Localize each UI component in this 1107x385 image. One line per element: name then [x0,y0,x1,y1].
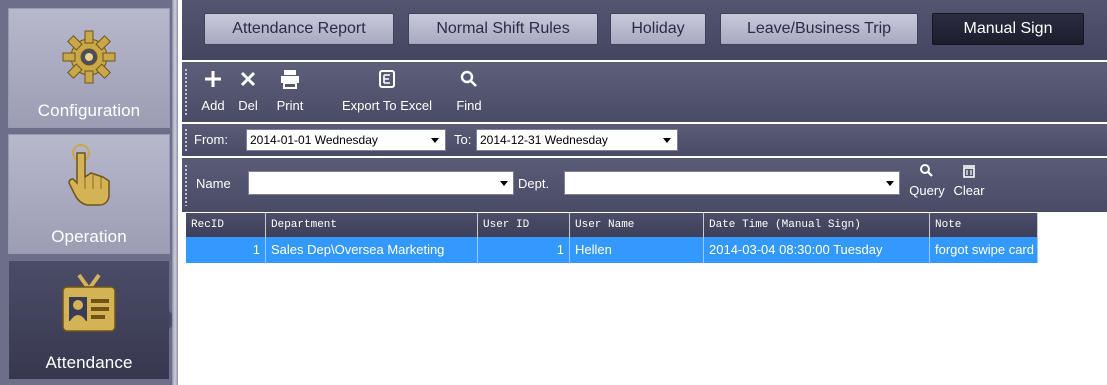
nav-item-operation[interactable]: Operation [8,134,170,254]
hand-pointer-icon [61,143,117,209]
from-date-value: 2014-01-01 Wednesday [250,133,378,147]
close-icon [231,68,265,90]
printer-icon [268,68,312,90]
dept-label: Dept. [518,176,550,191]
chevron-down-icon [663,138,671,143]
export-label: Export To Excel [341,98,433,113]
plus-icon [196,68,230,90]
to-label: To: [454,132,472,147]
search-icon [906,163,948,179]
name-dropdown[interactable] [248,171,514,195]
id-badge-icon [59,273,119,335]
nav-item-configuration[interactable]: Configuration [8,8,170,128]
column-header-note[interactable]: Note [930,213,1038,237]
column-header-department[interactable]: Department [266,213,478,237]
to-date-value: 2014-12-31 Wednesday [480,133,608,147]
filter-bar-grip[interactable] [184,164,188,206]
cell-date-time: 2014-03-04 08:30:00 Tuesday [704,237,930,263]
name-label: Name [196,176,231,191]
from-date-picker[interactable]: 2014-01-01 Wednesday [246,129,446,151]
trash-icon [948,163,990,179]
column-header-user-id[interactable]: User ID [478,213,570,237]
chevron-down-icon [431,138,439,143]
cell-note: forgot swipe card [930,237,1038,263]
add-button[interactable]: Add [196,68,230,118]
print-button[interactable]: Print [268,68,312,118]
date-range-bar: From: 2014-01-01 Wednesday To: 2014-12-3… [182,124,1107,156]
chevron-down-icon [500,181,508,186]
chevron-down-icon [886,181,894,186]
delete-label: Del [238,98,258,113]
nav-label-configuration: Configuration [37,101,141,120]
table-row[interactable]: 1 Sales Dep\Oversea Marketing 1 Hellen 2… [186,237,1038,263]
tab-bar: Attendance Report Normal Shift Rules Hol… [182,0,1107,60]
nav-item-attendance[interactable]: Attendance [8,260,178,380]
clear-button[interactable]: Clear [948,163,990,203]
dept-dropdown[interactable] [564,171,900,195]
find-label: Find [456,98,482,113]
cell-user-name: Hellen [570,237,704,263]
query-label: Query [909,183,945,198]
from-label: From: [194,132,228,147]
cell-department: Sales Dep\Oversea Marketing [266,237,478,263]
toolbar-grip[interactable] [184,68,188,116]
export-excel-button[interactable]: Export To Excel [334,68,440,118]
nav-label-operation: Operation [51,227,127,246]
clear-label: Clear [953,183,985,198]
cell-user-id: 1 [478,237,570,263]
panel-splitter[interactable] [172,0,178,385]
tab-holiday[interactable]: Holiday [610,13,706,45]
tab-normal-shift-rules[interactable]: Normal Shift Rules [408,13,598,45]
delete-button[interactable]: Del [231,68,265,118]
tab-attendance-report[interactable]: Attendance Report [204,13,394,45]
print-label: Print [276,98,304,113]
tab-manual-sign[interactable]: Manual Sign [932,13,1084,45]
date-bar-grip[interactable] [184,128,188,152]
to-date-picker[interactable]: 2014-12-31 Wednesday [476,129,678,151]
search-icon [452,68,486,90]
column-header-recid[interactable]: RecID [186,213,266,237]
column-header-user-name[interactable]: User Name [570,213,704,237]
toolbar: Add Del Print Export To Excel Find [182,62,1107,122]
module-sidebar: Configuration Operation Attendance [0,0,178,385]
main-panel: Attendance Report Normal Shift Rules Hol… [182,0,1107,385]
table-header: RecID Department User ID User Name Date … [186,213,1038,237]
manual-sign-table: RecID Department User ID User Name Date … [186,213,1038,263]
tab-leave-business-trip[interactable]: Leave/Business Trip [720,13,918,45]
column-header-date-time[interactable]: Date Time (Manual Sign) [704,213,930,237]
gear-icon [59,27,119,87]
query-button[interactable]: Query [906,163,948,203]
add-label: Add [201,98,225,113]
find-button[interactable]: Find [452,68,486,118]
excel-icon [334,68,440,90]
cell-recid: 1 [186,237,266,263]
nav-label-attendance: Attendance [45,353,133,372]
